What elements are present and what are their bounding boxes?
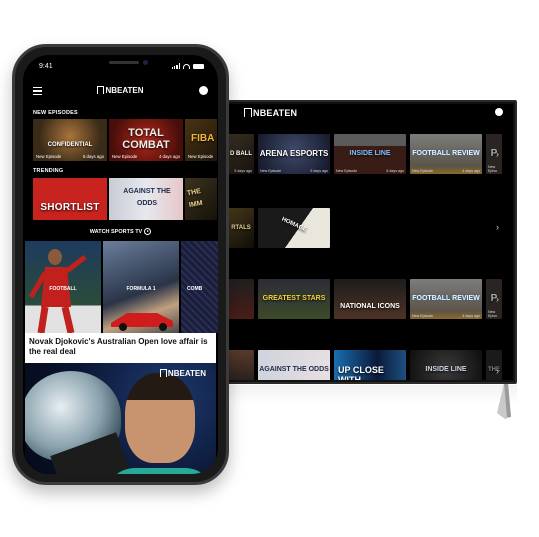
- phone-screen: 9:41 NBEATEN NEW EPISODES CONFIDENTIAL Ne…: [23, 55, 218, 474]
- app-logo[interactable]: NBEATEN: [23, 86, 218, 95]
- tv-tile[interactable]: FOOTBALL REVIEW New Episode 4 days ago: [410, 279, 482, 319]
- category-tile-football[interactable]: FOOTBALL: [25, 241, 101, 333]
- app-header: NBEATEN: [23, 83, 218, 101]
- play-icon: [144, 228, 152, 235]
- tv-row-4: AGAINST THE ODDS UP CLOSE WITH INSIDE LI…: [228, 350, 502, 380]
- tv-tile[interactable]: AGAINST THE ODDS: [258, 350, 330, 380]
- tv-tile[interactable]: [228, 279, 254, 319]
- tv-frame: NBEATEN D BALL 5 days ago ARENA ESPORTS Ne…: [222, 100, 517, 384]
- tv-row-1: D BALL 5 days ago ARENA ESPORTS New Episod…: [228, 134, 502, 176]
- next-arrow-icon[interactable]: ›: [496, 366, 499, 376]
- stage: NBEATEN D BALL 5 days ago ARENA ESPORTS Ne…: [0, 0, 539, 537]
- tv-tile[interactable]: P New Episo: [486, 279, 502, 319]
- wifi-icon: [183, 63, 190, 69]
- watch-sports-tv-link[interactable]: WATCH SPORTS TV: [23, 228, 218, 235]
- new-episodes-row: CONFIDENTIAL New Episode 6 days ago TOTAL …: [33, 119, 217, 161]
- logo-mark-icon: [159, 369, 167, 377]
- tv-tile[interactable]: INSIDE LINE New Episode 6 days ago: [334, 134, 406, 174]
- tv-tile[interactable]: THE: [486, 350, 502, 380]
- section-label-trending: TRENDING: [33, 168, 64, 174]
- tv-tile[interactable]: [228, 350, 254, 380]
- tv-stand: [497, 383, 511, 419]
- tv-tile[interactable]: FOOTBALL REVIEW New Episode 4 days ago: [410, 134, 482, 174]
- trending-tile[interactable]: SHORTLIST: [33, 178, 107, 220]
- episode-tile[interactable]: CONFIDENTIAL New Episode 6 days ago: [33, 119, 107, 161]
- article-headline[interactable]: Novak Djokovic's Australian Open love af…: [29, 337, 212, 356]
- tv-tile[interactable]: NATIONAL ICONS: [334, 279, 406, 319]
- next-arrow-icon[interactable]: ›: [496, 222, 499, 232]
- user-icon[interactable]: [199, 86, 208, 95]
- tv-tile[interactable]: HOMAGE: [258, 208, 330, 248]
- status-bar: 9:41: [23, 61, 218, 73]
- episode-tile[interactable]: FIBA New Episode: [185, 119, 217, 161]
- tv-logo[interactable]: NBEATEN: [244, 108, 297, 118]
- tv-row-2: RTALS HOMAGE: [228, 208, 330, 250]
- tv-screen: NBEATEN D BALL 5 days ago ARENA ESPORTS Ne…: [226, 104, 513, 380]
- user-icon[interactable]: [495, 108, 503, 116]
- battery-icon: [193, 63, 204, 69]
- phone-frame: 9:41 NBEATEN NEW EPISODES CONFIDENTIAL Ne…: [12, 44, 229, 485]
- tv-tile[interactable]: D BALL 5 days ago: [228, 134, 254, 174]
- car-figure: [111, 313, 173, 331]
- tv-shadow: [222, 385, 517, 405]
- next-arrow-icon[interactable]: ›: [496, 294, 499, 304]
- trending-row: SHORTLIST AGAINST THE ODDS THE IMM: [33, 178, 217, 220]
- tv-row-3: GREATEST STARS NATIONAL ICONS FOOTBALL R…: [228, 279, 502, 321]
- article-card[interactable]: Novak Djokovic's Australian Open love af…: [25, 333, 216, 363]
- tv-header: NBEATEN: [226, 104, 513, 122]
- next-arrow-icon[interactable]: ›: [496, 149, 499, 159]
- signal-icon: [171, 63, 180, 69]
- status-time: 9:41: [39, 63, 53, 70]
- category-tile-combat[interactable]: COMB: [181, 241, 218, 333]
- hero-image[interactable]: NBEATEN: [25, 363, 216, 474]
- hero-logo: NBEATEN: [159, 369, 206, 378]
- tv-tile[interactable]: GREATEST STARS: [258, 279, 330, 319]
- tv-tile[interactable]: ARENA ESPORTS New Episode 5 days ago: [258, 134, 330, 174]
- section-label-new-episodes: NEW EPISODES: [33, 110, 78, 116]
- tv-tile[interactable]: RTALS: [228, 208, 254, 248]
- player-head: [125, 373, 195, 463]
- category-tile-formula-1[interactable]: FORMULA 1: [103, 241, 179, 333]
- category-row: FOOTBALL FORMULA 1 COMB: [25, 241, 218, 333]
- tv-tile[interactable]: UP CLOSE WITH: [334, 350, 406, 380]
- tv-tile[interactable]: INSIDE LINE: [410, 350, 482, 380]
- logo-mark-icon: [97, 86, 105, 94]
- trending-tile[interactable]: AGAINST THE ODDS: [109, 178, 183, 220]
- episode-tile[interactable]: TOTAL COMBAT New Episode 4 days ago: [109, 119, 183, 161]
- trending-tile[interactable]: THE IMM: [185, 178, 217, 220]
- logo-mark-icon: [244, 108, 252, 117]
- tv-tile[interactable]: P New Episo: [486, 134, 502, 174]
